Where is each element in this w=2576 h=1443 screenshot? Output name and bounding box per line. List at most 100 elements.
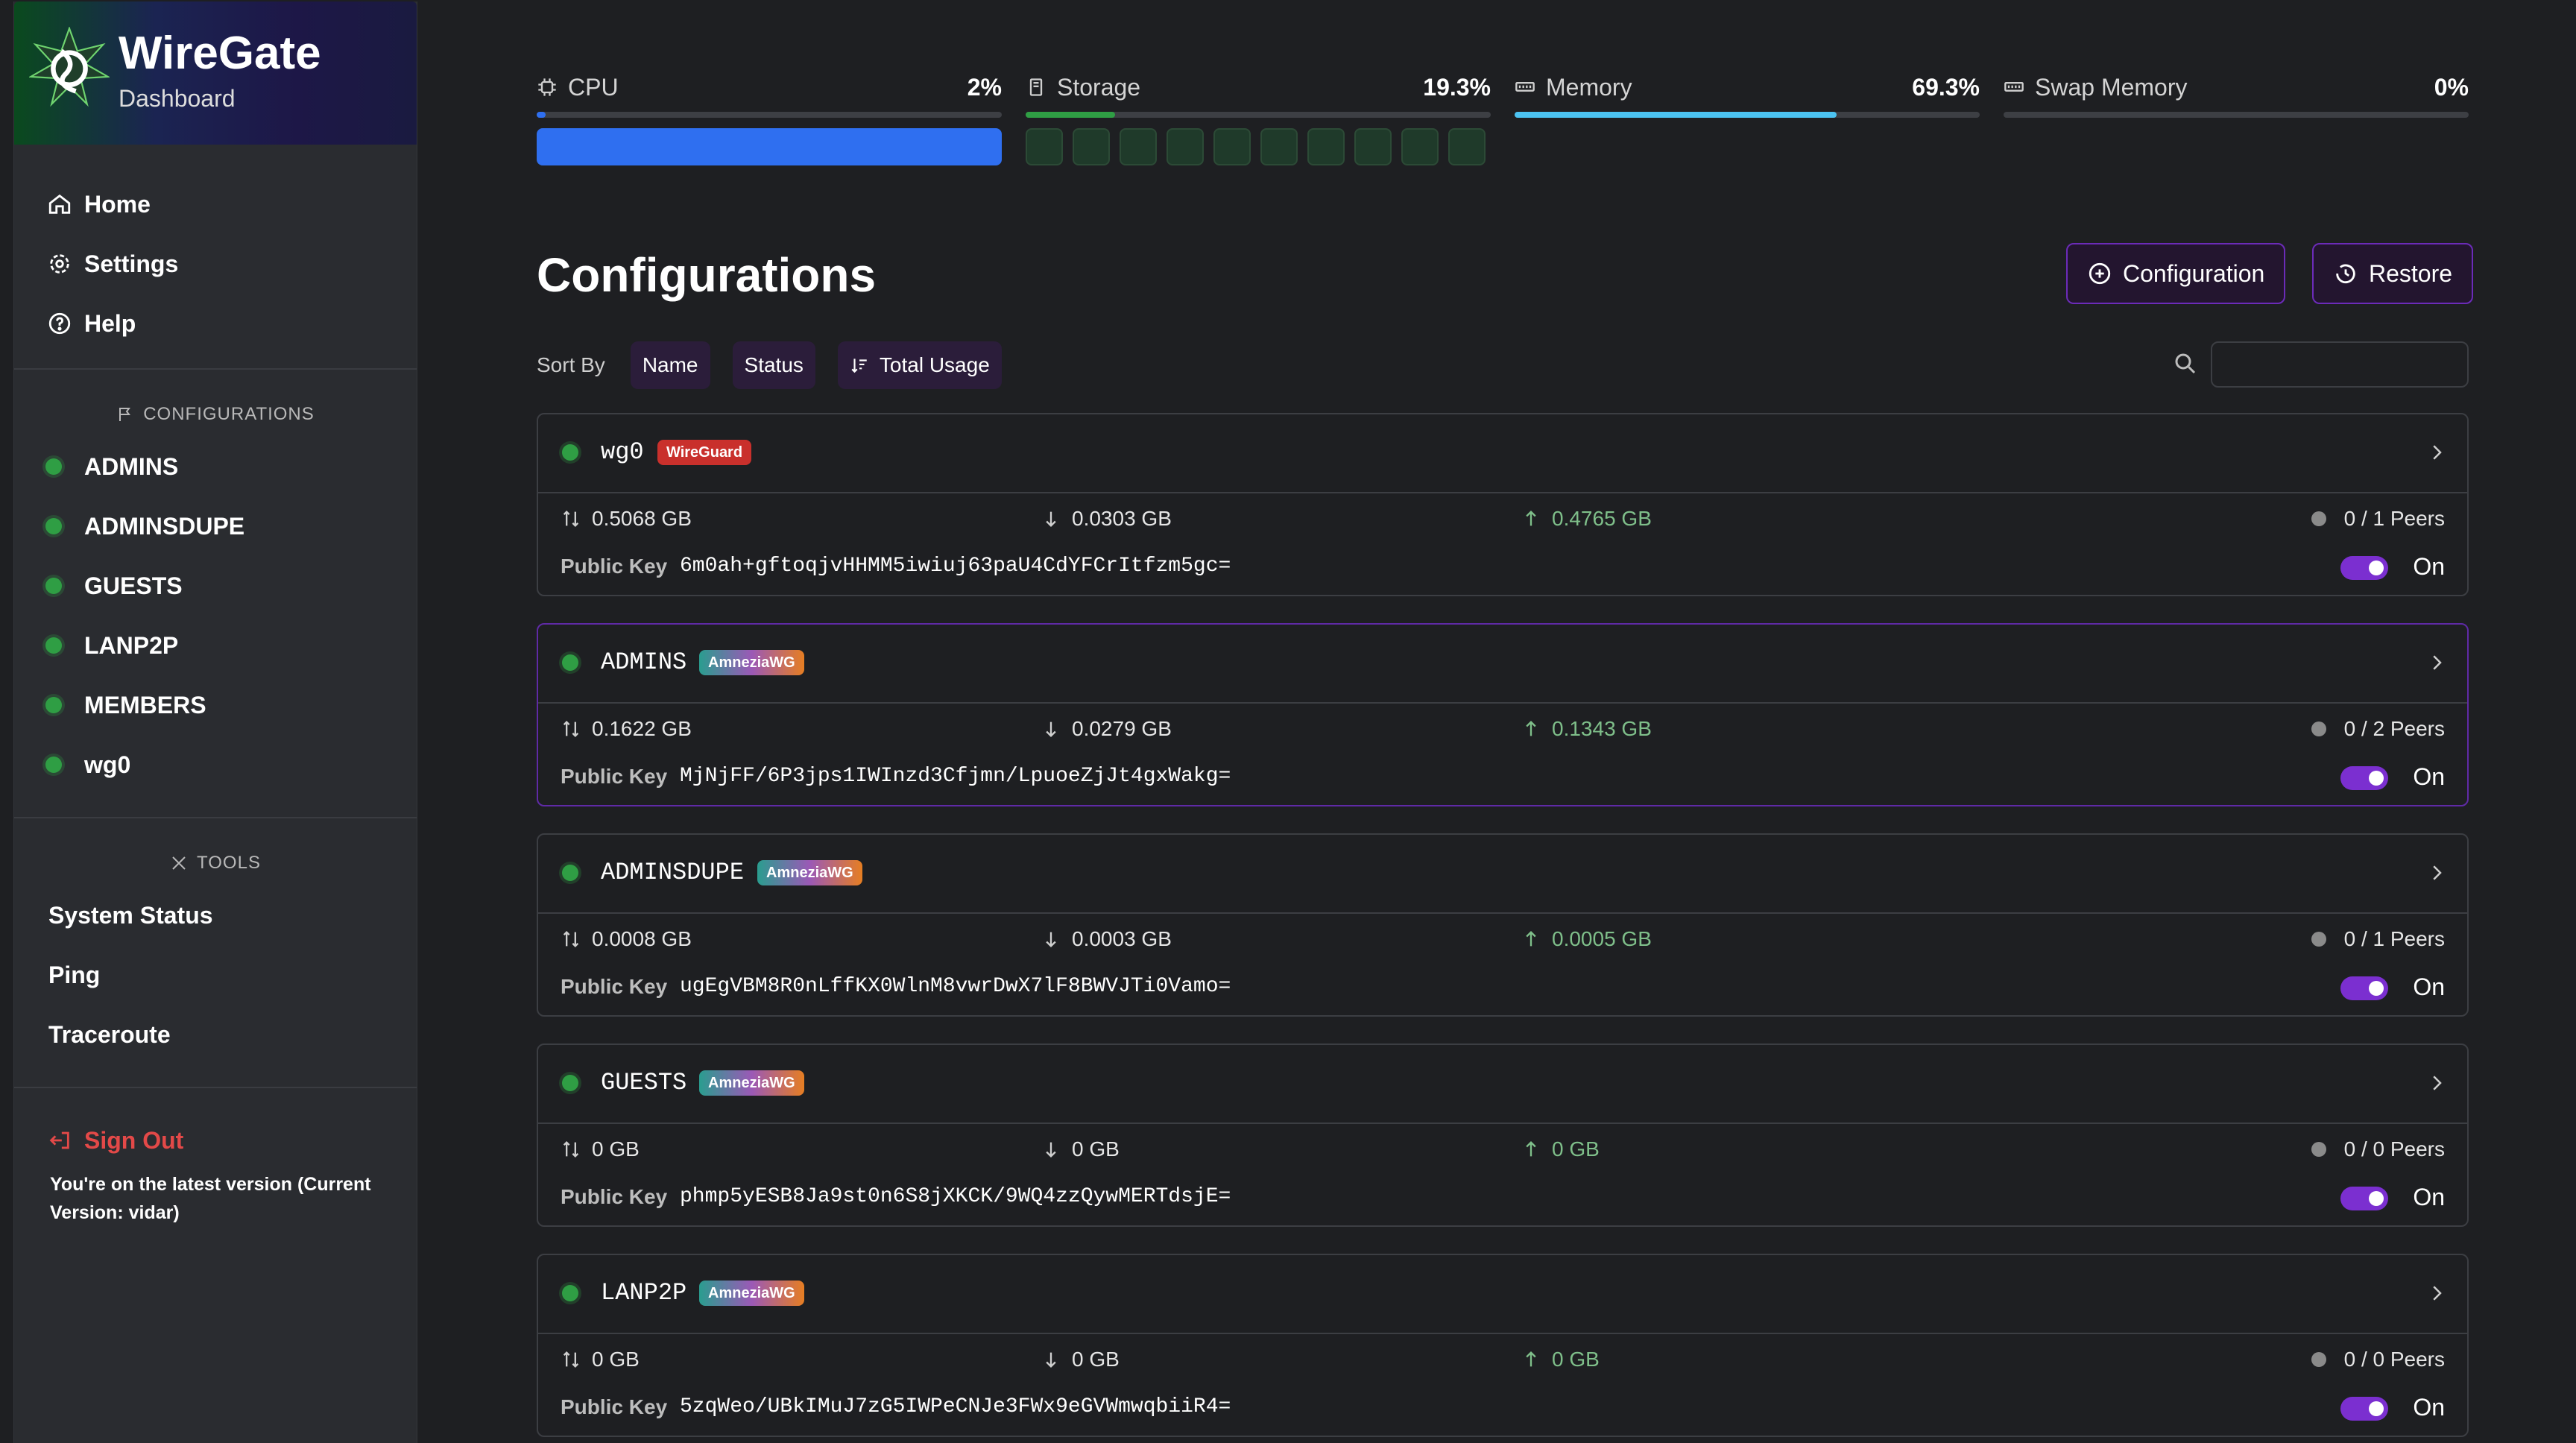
add-configuration-button[interactable]: Configuration — [2066, 243, 2286, 304]
toggle-label: On — [2413, 973, 2445, 1000]
swap-value: 0% — [2434, 73, 2469, 101]
card-header[interactable]: wg0 WireGuard — [538, 414, 2467, 493]
chevron-right-icon[interactable] — [2425, 1282, 2448, 1304]
sign-out-label: Sign Out — [84, 1126, 184, 1154]
status-dot — [45, 458, 62, 475]
configuration-card[interactable]: wg0 WireGuard 0.5068 GB 0.0303 GB 0.4765… — [537, 413, 2469, 596]
storage-partition[interactable] — [1260, 128, 1298, 165]
total-usage-value: 0.1622 GB — [592, 717, 692, 740]
protocol-badge: WireGuard — [657, 440, 752, 465]
page-title: Configurations — [537, 248, 877, 302]
sidebar-tools: System Status Ping Traceroute — [14, 885, 417, 1064]
configuration-toggle[interactable] — [2340, 766, 2388, 790]
sort-status-button[interactable]: Status — [732, 341, 815, 389]
public-key-value: 5zqWeo/UBkIMuJ7zG5IWPeCNJe3FWx9eGVWmwqbi… — [680, 1395, 1231, 1418]
sidebar-item-lanp2p[interactable]: LANP2P — [14, 616, 417, 675]
swap-progress-bar — [2004, 112, 2469, 118]
nav-help[interactable]: Help — [14, 294, 417, 353]
search-input[interactable] — [2211, 341, 2469, 388]
sidebar-item-members[interactable]: MEMBERS — [14, 675, 417, 735]
sidebar-item-label: LANP2P — [84, 631, 179, 659]
nav-settings[interactable]: Settings — [14, 234, 417, 294]
peer-count-value: 0 / 2 Peers — [2343, 717, 2445, 740]
storage-partition[interactable] — [1213, 128, 1251, 165]
storage-partition[interactable] — [1167, 128, 1204, 165]
sidebar-divider — [14, 817, 417, 818]
sidebar-item-adminsdupe[interactable]: ADMINSDUPE — [14, 496, 417, 556]
configuration-toggle[interactable] — [2340, 976, 2388, 1000]
tool-system-status[interactable]: System Status — [14, 885, 417, 945]
card-header[interactable]: GUESTS AmneziaWG — [538, 1045, 2467, 1124]
total-usage: 0.5068 GB — [561, 507, 692, 531]
configuration-toggle[interactable] — [2340, 1397, 2388, 1421]
configuration-name: wg0 — [601, 438, 644, 466]
brand-title: WireGate — [119, 28, 321, 79]
protocol-badge: AmneziaWG — [757, 860, 862, 885]
configuration-toggle[interactable] — [2340, 1187, 2388, 1210]
sidebar-item-label: GUESTS — [84, 572, 183, 599]
upload-value: 0 GB — [1552, 1348, 1600, 1371]
stat-storage: Storage 19.3% — [1026, 72, 1491, 176]
tool-ping[interactable]: Ping — [14, 945, 417, 1005]
storage-partition[interactable] — [1073, 128, 1110, 165]
chevron-right-icon[interactable] — [2425, 651, 2448, 674]
configuration-toggle[interactable] — [2340, 556, 2388, 580]
storage-partition[interactable] — [1448, 128, 1486, 165]
search-icon — [2175, 353, 2196, 374]
nav-help-label: Help — [84, 309, 136, 337]
configuration-card[interactable]: ADMINSDUPE AmneziaWG 0.0008 GB 0.0003 GB… — [537, 833, 2469, 1017]
cpu-progress-bar — [537, 112, 1002, 118]
configuration-card[interactable]: ADMINS AmneziaWG 0.1622 GB 0.0279 GB 0.1… — [537, 623, 2469, 806]
card-header[interactable]: LANP2P AmneziaWG — [538, 1255, 2467, 1334]
upload-value: 0.0005 GB — [1552, 927, 1652, 950]
sort-name-button[interactable]: Name — [630, 341, 710, 389]
storage-partition[interactable] — [1120, 128, 1157, 165]
chevron-right-icon[interactable] — [2425, 1072, 2448, 1094]
key-row: Public Key MjNjFF/6P3jps1IWInzd3Cfjmn/Lp… — [561, 762, 2445, 795]
tool-traceroute[interactable]: Traceroute — [14, 1005, 417, 1064]
storage-partition[interactable] — [1307, 128, 1345, 165]
sort-name-label: Name — [642, 353, 698, 376]
card-header[interactable]: ADMINSDUPE AmneziaWG — [538, 835, 2467, 914]
brand-subtitle: Dashboard — [119, 85, 236, 112]
configuration-card[interactable]: LANP2P AmneziaWG 0 GB 0 GB 0 GB 0 / 0 Pe… — [537, 1254, 2469, 1437]
sidebar-item-admins[interactable]: ADMINS — [14, 437, 417, 496]
peer-status-dot — [2311, 722, 2326, 736]
arrow-down-icon — [1046, 722, 1056, 737]
public-key-value: 6m0ah+gftoqjvHHMM5iwiuj63paU4CdYFCrItfzm… — [680, 555, 1231, 578]
arrow-up-icon — [1526, 1141, 1536, 1157]
card-header[interactable]: ADMINS AmneziaWG — [538, 625, 2467, 704]
configuration-card[interactable]: GUESTS AmneziaWG 0 GB 0 GB 0 GB 0 / 0 Pe… — [537, 1043, 2469, 1227]
nav-home[interactable]: Home — [14, 174, 417, 234]
sidebar-item-guests[interactable]: GUESTS — [14, 556, 417, 616]
total-usage-value: 0 GB — [592, 1137, 640, 1161]
storage-progress-fill — [1026, 112, 1116, 118]
download-usage: 0 GB — [1041, 1137, 1120, 1161]
total-usage-value: 0 GB — [592, 1348, 640, 1371]
sign-out-button[interactable]: Sign Out — [14, 1111, 417, 1170]
total-usage: 0 GB — [561, 1348, 640, 1371]
sort-total-usage-button[interactable]: Total Usage — [837, 341, 1002, 389]
memory-progress-bar — [1515, 112, 1980, 118]
peer-status-dot — [2311, 1142, 2326, 1157]
system-stats: CPU 2% Storage 19.3% Memory 69.3% Swap M… — [537, 72, 2469, 176]
chevron-right-icon[interactable] — [2425, 862, 2448, 884]
restore-button[interactable]: Restore — [2312, 243, 2474, 304]
download-usage: 0 GB — [1041, 1348, 1120, 1371]
sidebar-item-wg0[interactable]: wg0 — [14, 735, 417, 795]
public-key-label: Public Key — [561, 1395, 668, 1418]
arrow-up-icon — [1526, 931, 1536, 947]
peer-count-value: 0 / 1 Peers — [2343, 507, 2445, 530]
status-dot — [562, 654, 578, 671]
cpu-core-bar — [537, 128, 1002, 165]
storage-partition[interactable] — [1401, 128, 1439, 165]
public-key-label: Public Key — [561, 1185, 668, 1208]
version-text: You're on the latest version (Current Ve… — [50, 1174, 371, 1223]
chevron-right-icon[interactable] — [2425, 441, 2448, 464]
status-dot — [45, 578, 62, 594]
public-key-label: Public Key — [561, 975, 668, 998]
storage-partition[interactable] — [1026, 128, 1063, 165]
arrow-down-icon — [1046, 1352, 1056, 1368]
storage-partition[interactable] — [1354, 128, 1392, 165]
storage-progress-bar — [1026, 112, 1491, 118]
